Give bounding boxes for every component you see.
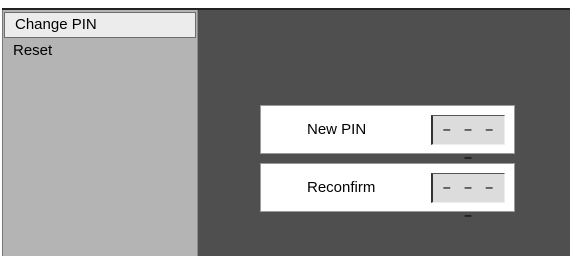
- pin-panel: New PIN – – – – Reconfirm – – – –: [198, 10, 570, 256]
- pin-settings-window: Change PIN Reset New PIN – – – – Reconfi…: [2, 8, 570, 256]
- new-pin-row: New PIN – – – –: [260, 105, 515, 167]
- reconfirm-label: Reconfirm: [307, 179, 376, 196]
- reconfirm-pin-input[interactable]: – – – –: [431, 173, 505, 225]
- menu-item-reset[interactable]: Reset: [3, 38, 197, 63]
- reconfirm-row: Reconfirm – – – –: [260, 163, 515, 225]
- sidebar-menu: Change PIN Reset: [2, 10, 198, 256]
- new-pin-label: New PIN: [307, 121, 367, 138]
- menu-item-change-pin[interactable]: Change PIN: [4, 12, 196, 38]
- new-pin-input[interactable]: – – – –: [431, 115, 505, 167]
